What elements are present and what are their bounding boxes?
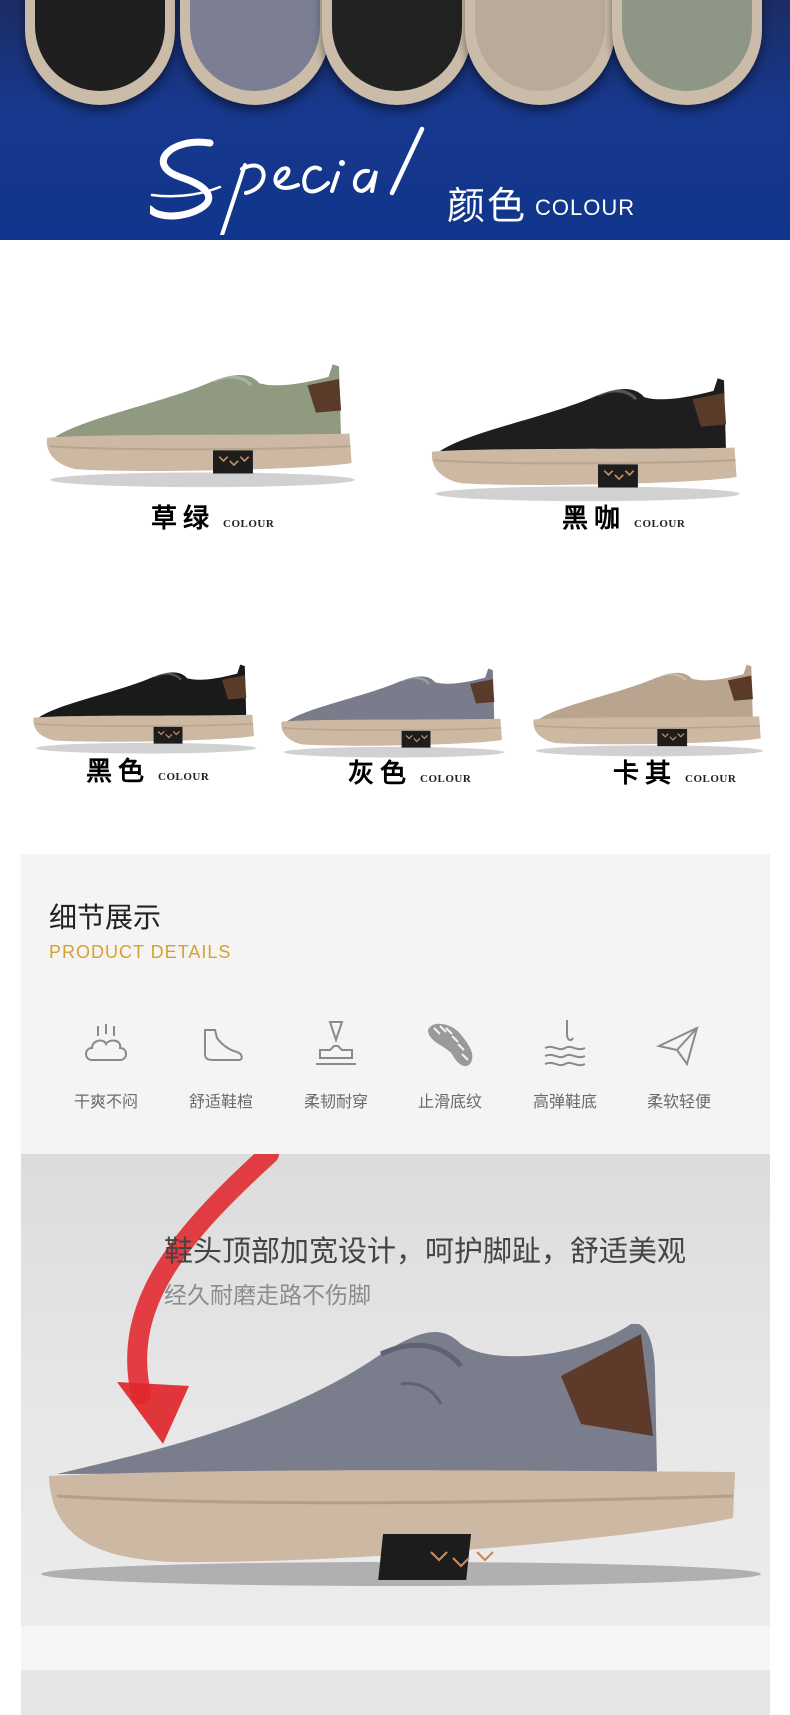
product-detail-page: 颜色 COLOUR 草绿 COLOUR 黑咖 COLOUR 黑色 COLOUR …: [0, 0, 790, 1715]
banner-shoe-upper: [622, 0, 752, 91]
press-durability-icon: [316, 1021, 356, 1065]
colour-tag: COLOUR: [158, 771, 210, 783]
banner-shoe-upper: [190, 0, 320, 91]
feature-elastic: 高弹鞋底: [510, 1016, 620, 1112]
colour-name: 卡其: [613, 759, 678, 789]
banner-title-cn: 颜色: [447, 184, 528, 228]
feature-label: 舒适鞋楦: [188, 1092, 253, 1111]
colour-tag: COLOUR: [685, 773, 737, 785]
details-title: 细节展示: [49, 901, 162, 934]
product-details-section: 细节展示 PRODUCT DETAILS 干爽不闷 舒适鞋楦 柔韧耐穿 止滑底纹…: [21, 854, 770, 1154]
feature-label: 高弹鞋底: [532, 1092, 597, 1111]
colour-name: 灰色: [348, 759, 413, 789]
colour-name: 黑色: [86, 757, 151, 787]
bounce-wave-icon: [544, 1020, 586, 1067]
toe-detail-hero: 鞋头顶部加宽设计，呵护脚趾，舒适美观 经久耐磨走路不伤脚: [21, 1154, 770, 1626]
feature-label: 柔软轻便: [646, 1092, 711, 1111]
hero-subline: 经久耐磨走路不伤脚: [164, 1283, 371, 1309]
colour-tag: COLOUR: [634, 518, 686, 530]
shoe-grey: [281, 668, 505, 758]
hero-headline: 鞋头顶部加宽设计，呵护脚趾，舒适美观: [164, 1234, 687, 1268]
banner-shoe-upper: [475, 0, 605, 91]
colour-name: 黑咖: [562, 504, 627, 534]
feature-label: 干爽不闷: [73, 1092, 138, 1111]
colour-label-black: 黑色 COLOUR: [86, 751, 209, 788]
banner-shoe-upper: [332, 0, 462, 91]
colour-name: 草绿: [151, 504, 216, 534]
colour-tag: COLOUR: [420, 773, 472, 785]
banner-shoe-dark: [322, 0, 472, 105]
colour-tag: COLOUR: [223, 518, 275, 530]
colour-label-khaki: 卡其 COLOUR: [613, 753, 736, 790]
cloud-steam-icon: [85, 1024, 127, 1061]
colour-label-grey: 灰色 COLOUR: [348, 753, 471, 790]
banner-shoe-khaki: [465, 0, 615, 105]
banner-title-en: COLOUR: [535, 195, 636, 220]
colour-label-black-coffee: 黑咖 COLOUR: [562, 498, 685, 535]
feature-label: 柔韧耐穿: [303, 1092, 368, 1111]
feature-anti-slip: 止滑底纹: [395, 1016, 505, 1112]
colour-banner: 颜色 COLOUR: [0, 0, 790, 240]
banner-shoe-green: [612, 0, 762, 105]
feature-durable: 柔韧耐穿: [281, 1016, 391, 1112]
paper-plane-icon: [655, 1026, 699, 1067]
feature-label: 止滑底纹: [417, 1092, 482, 1111]
shoe-khaki: [533, 664, 764, 757]
feature-lightweight: 柔软轻便: [624, 1016, 734, 1112]
foot-last-icon: [204, 1029, 243, 1061]
banner-shoe-grey: [180, 0, 330, 105]
sole-tread-icon: [428, 1023, 473, 1067]
feature-comfort-last: 舒适鞋楦: [166, 1016, 276, 1112]
shoe-black: [33, 664, 257, 754]
shoe-green: [46, 364, 355, 488]
bottom-divider-grey: [21, 1670, 770, 1715]
special-script-logo: [150, 126, 425, 235]
banner-shoe-upper: [35, 0, 165, 91]
details-subtitle: PRODUCT DETAILS: [49, 942, 232, 962]
banner-shoe-black: [25, 0, 175, 105]
colour-label-green: 草绿 COLOUR: [151, 498, 274, 535]
hero-shoe-image: [41, 1154, 761, 1586]
bottom-divider-light: [21, 1626, 770, 1670]
feature-breathable: 干爽不闷: [51, 1016, 161, 1112]
shoe-black-coffee: [431, 378, 740, 502]
